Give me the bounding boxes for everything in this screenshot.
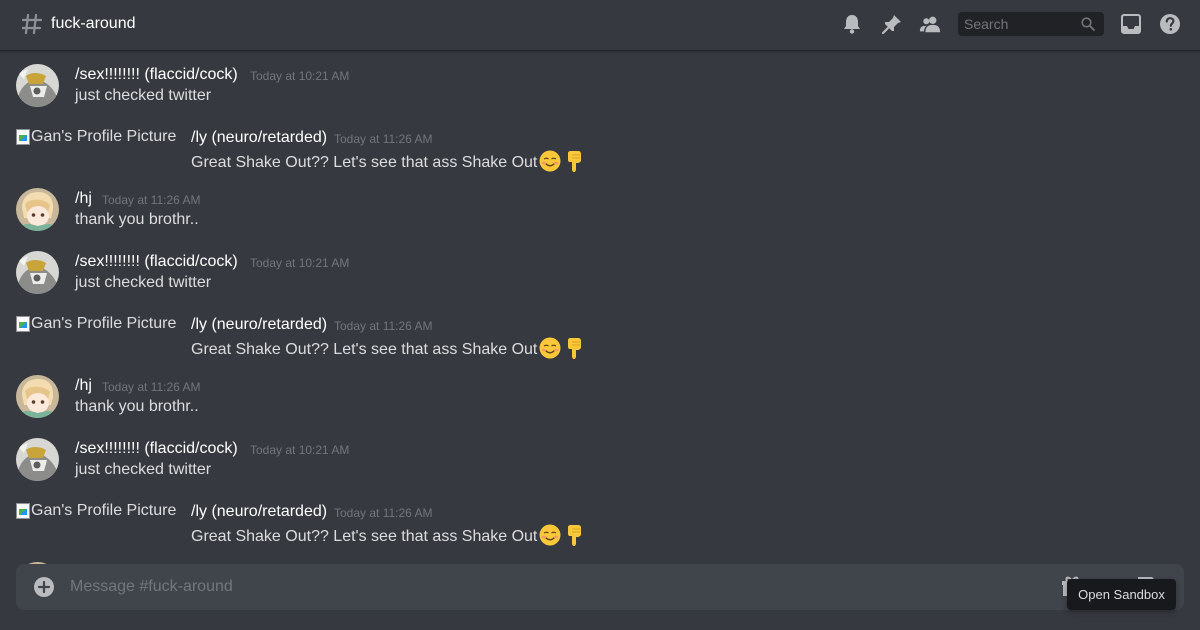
channel-header: fuck-around [0, 0, 1200, 51]
message-timestamp: Today at 10:21 AM [250, 256, 350, 270]
pin-icon[interactable] [881, 13, 903, 35]
message-content: Great Shake Out?? Let's see that ass Sha… [191, 337, 585, 359]
message-timestamp: Today at 11:26 AM [102, 193, 201, 207]
broken-image-icon [16, 316, 30, 332]
broken-avatar-image[interactable]: Gan's Profile Picture [16, 128, 176, 146]
message-username[interactable]: /sex!!!!!!!! (flaccid/cock) [75, 66, 238, 84]
message-content: just checked twitter [75, 461, 212, 478]
broken-image-icon [16, 129, 30, 145]
user-avatar[interactable] [16, 375, 59, 418]
message-composer [16, 564, 1184, 610]
message-timestamp: Today at 10:21 AM [250, 69, 350, 83]
message-username[interactable]: /hj [75, 190, 92, 208]
message-content: just checked twitter [75, 87, 212, 104]
message-timestamp: Today at 11:26 AM [102, 380, 201, 394]
pointing-down-emoji [568, 525, 582, 546]
channel-title: fuck-around [51, 15, 136, 32]
search-bar[interactable] [958, 12, 1104, 36]
message-username[interactable]: /ly (neuro/retarded) [191, 503, 327, 521]
message-timestamp: Today at 11:26 AM [334, 319, 433, 333]
broken-avatar-image[interactable]: Gan's Profile Picture [16, 502, 176, 520]
message-text: Great Shake Out?? Let's see that ass Sha… [191, 154, 538, 171]
message-list[interactable]: /sex!!!!!!!! (flaccid/cock) Today at 10:… [0, 51, 1200, 564]
message-username[interactable]: /ly (neuro/retarded) [191, 316, 327, 334]
message-timestamp: Today at 11:26 AM [334, 506, 433, 520]
message-item: Gan's Profile Picture /ly (neuro/retarde… [0, 114, 1200, 176]
message-timestamp: Today at 11:26 AM [334, 132, 433, 146]
message-item: /sex!!!!!!!! (flaccid/cock) Today at 10:… [0, 425, 1200, 487]
user-avatar[interactable] [16, 188, 59, 231]
hash-icon [22, 13, 42, 35]
message-item: /sex!!!!!!!! (flaccid/cock) Today at 10:… [0, 238, 1200, 300]
message-username[interactable]: /sex!!!!!!!! (flaccid/cock) [75, 253, 238, 271]
relieved-face-emoji [539, 337, 561, 359]
message-text: Great Shake Out?? Let's see that ass Sha… [191, 528, 538, 545]
avatar-alt-text: Gan's Profile Picture [31, 128, 177, 145]
message-item: /hj Today at 11:26 AM thank you brothr.. [0, 175, 1200, 237]
user-avatar[interactable] [16, 64, 59, 107]
message-content: thank you brothr.. [75, 211, 199, 228]
message-text: Great Shake Out?? Let's see that ass Sha… [191, 341, 538, 358]
message-content: Great Shake Out?? Let's see that ass Sha… [191, 150, 585, 172]
pointing-down-emoji [568, 338, 582, 359]
broken-avatar-image[interactable]: Gan's Profile Picture [16, 315, 176, 333]
message-input[interactable] [70, 576, 1050, 598]
relieved-face-emoji [539, 150, 561, 172]
message-item: Gan's Profile Picture /ly (neuro/retarde… [0, 301, 1200, 363]
plus-circle-icon[interactable] [33, 576, 55, 598]
user-avatar[interactable] [16, 438, 59, 481]
message-item: /sex!!!!!!!! (flaccid/cock) Today at 10:… [0, 51, 1200, 113]
message-item: /hj Today at 11:26 AM thank you brothr.. [0, 362, 1200, 424]
message-username[interactable]: /sex!!!!!!!! (flaccid/cock) [75, 440, 238, 458]
members-icon[interactable] [919, 13, 941, 35]
message-username[interactable]: /ly (neuro/retarded) [191, 129, 327, 147]
avatar-alt-text: Gan's Profile Picture [31, 315, 177, 332]
user-avatar[interactable] [16, 251, 59, 294]
message-content: Great Shake Out?? Let's see that ass Sha… [191, 524, 585, 546]
message-timestamp: Today at 10:21 AM [250, 443, 350, 457]
avatar-alt-text: Gan's Profile Picture [31, 502, 177, 519]
message-content: thank you brothr.. [75, 398, 199, 415]
relieved-face-emoji [539, 524, 561, 546]
message-item: Gan's Profile Picture /ly (neuro/retarde… [0, 488, 1200, 550]
message-username[interactable]: /hj [75, 377, 92, 395]
bell-icon[interactable] [841, 13, 863, 35]
help-icon[interactable] [1159, 13, 1181, 35]
pointing-down-emoji [568, 151, 582, 172]
inbox-icon[interactable] [1120, 13, 1142, 35]
search-input[interactable] [964, 15, 1076, 33]
message-content: just checked twitter [75, 274, 212, 291]
search-icon [1081, 17, 1095, 31]
broken-image-icon [16, 503, 30, 519]
tooltip: Open Sandbox [1067, 579, 1176, 610]
